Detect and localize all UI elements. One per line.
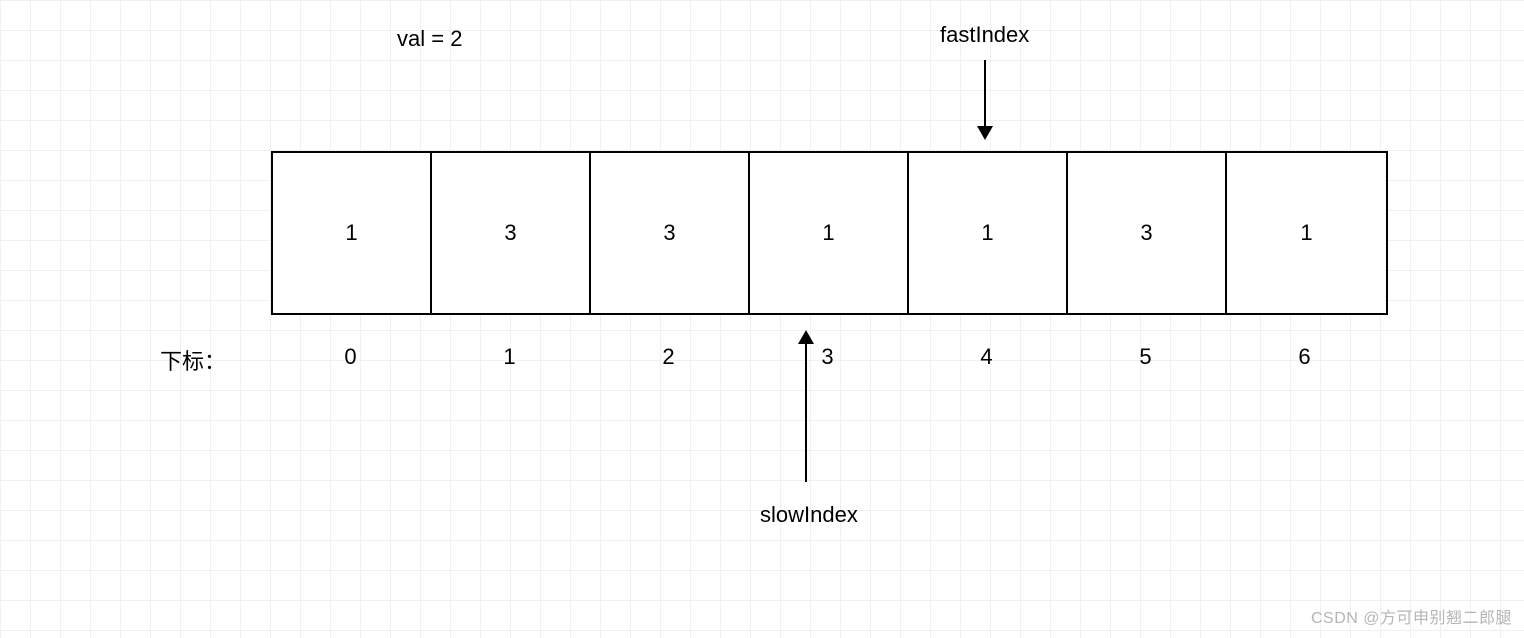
watermark: CSDN @方可申别翘二郎腿 xyxy=(1311,604,1512,628)
fast-index-arrow-icon xyxy=(984,60,986,138)
array-row: 1 3 3 1 1 3 1 xyxy=(271,151,1388,315)
index-value: 1 xyxy=(430,344,589,370)
array-cell: 3 xyxy=(432,153,591,313)
slow-index-label: slowIndex xyxy=(760,502,858,528)
fast-index-label: fastIndex xyxy=(940,22,1029,48)
index-row-label: 下标： xyxy=(160,344,226,376)
array-cell: 1 xyxy=(273,153,432,313)
index-row: 0 1 2 3 4 5 6 xyxy=(271,344,1384,370)
index-value: 0 xyxy=(271,344,430,370)
diagram-content: val = 2 fastIndex 1 3 3 1 1 3 1 下标： 0 1 … xyxy=(0,0,1524,638)
slow-index-arrow-icon xyxy=(805,332,807,482)
index-value: 6 xyxy=(1225,344,1384,370)
index-value: 4 xyxy=(907,344,1066,370)
array-cell: 1 xyxy=(1227,153,1386,313)
array-cell: 3 xyxy=(591,153,750,313)
index-value: 5 xyxy=(1066,344,1225,370)
array-cell: 3 xyxy=(1068,153,1227,313)
array-cell: 1 xyxy=(750,153,909,313)
val-label: val = 2 xyxy=(397,26,462,52)
index-value: 3 xyxy=(748,344,907,370)
array-cell: 1 xyxy=(909,153,1068,313)
index-value: 2 xyxy=(589,344,748,370)
